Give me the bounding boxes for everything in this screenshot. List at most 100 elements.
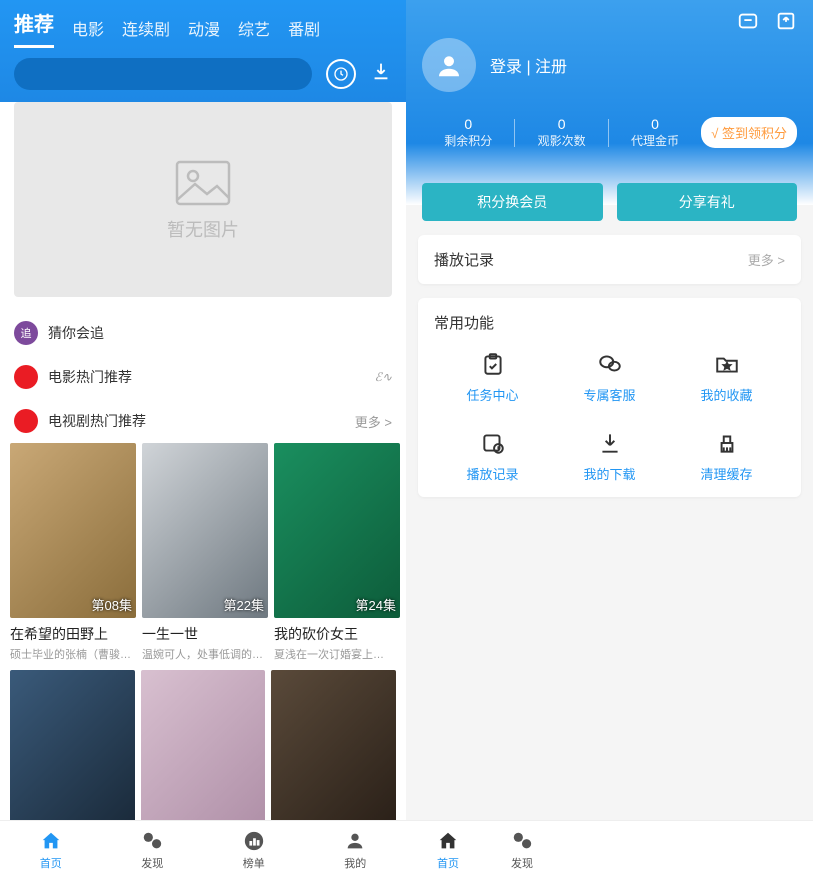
top-header: 推荐 电影 连续剧 动漫 综艺 番剧: [0, 0, 406, 102]
follow-badge-icon: 追: [14, 321, 38, 345]
folder-star-icon: [714, 351, 740, 377]
profile-screen: 登录 | 注册 0 剩余积分 0 观影次数 0 代理金币 √ 签到领积分: [406, 0, 813, 878]
wechat-icon: [597, 351, 623, 377]
stat-label: 代理金币: [609, 132, 701, 149]
stat-points[interactable]: 0 剩余积分: [422, 116, 514, 149]
tab-recommend[interactable]: 推荐: [14, 8, 54, 48]
section-tv-hot: 电视剧热门推荐 更多 >: [0, 399, 406, 443]
stat-label: 剩余积分: [422, 132, 514, 149]
ranking-icon: [242, 829, 266, 853]
stat-views[interactable]: 0 观影次数: [515, 116, 607, 149]
tab-series[interactable]: 连续剧: [122, 16, 170, 48]
decorative-icon: ℰ∿: [375, 370, 392, 384]
profile-row: 登录 | 注册: [422, 38, 797, 92]
checkin-button[interactable]: √ 签到领积分: [701, 117, 797, 148]
func-label: 我的收藏: [700, 385, 752, 404]
nav-label: 我的: [344, 855, 366, 871]
video-card[interactable]: 第24集 我的砍价女王 夏浅在一次订婚宴上…: [274, 443, 400, 662]
hot-badge-icon: [14, 409, 38, 433]
func-label: 我的下载: [583, 464, 635, 483]
discover-icon: [140, 829, 164, 853]
nav-ranking[interactable]: 榜单: [242, 829, 266, 871]
brush-icon: [714, 430, 740, 456]
message-icon[interactable]: [737, 10, 759, 32]
nav-discover[interactable]: 发现: [140, 829, 164, 871]
func-label: 专属客服: [583, 385, 635, 404]
section-tv-title: 电视剧热门推荐: [48, 411, 345, 431]
section-follow-title: 猜你会追: [48, 323, 392, 343]
nav-label: 首页: [437, 855, 459, 871]
video-grid-2: [0, 662, 406, 825]
tab-anime[interactable]: 动漫: [188, 16, 220, 48]
function-grid: 任务中心 专属客服 我的收藏 播放记录 我的下载: [434, 351, 785, 483]
home-icon: [39, 829, 63, 853]
section-follow: 追 猜你会追: [0, 311, 406, 355]
video-card[interactable]: 第08集 在希望的田野上 硕士毕业的张楠（曹骏饰…: [10, 443, 136, 662]
panel-title: 常用功能: [434, 312, 785, 333]
exchange-vip-button[interactable]: 积分换会员: [422, 183, 603, 221]
nav-home[interactable]: 首页: [436, 829, 460, 871]
nav-mine[interactable]: 我的: [343, 829, 367, 871]
func-customer-service[interactable]: 专属客服: [551, 351, 668, 404]
video-subtitle: 夏浅在一次订婚宴上…: [274, 646, 400, 662]
history-icon[interactable]: [326, 59, 356, 89]
episode-badge: 第24集: [356, 595, 396, 614]
video-title: 在希望的田野上: [10, 624, 136, 644]
panel-title: 播放记录: [434, 249, 494, 270]
video-card[interactable]: [271, 670, 396, 825]
stat-value: 0: [609, 116, 701, 132]
stat-value: 0: [422, 116, 514, 132]
download-icon[interactable]: [370, 60, 392, 88]
video-card[interactable]: 第22集 一生一世 温婉可人，处事低调的业…: [142, 443, 268, 662]
nav-label: 发现: [511, 855, 533, 871]
func-clear-cache[interactable]: 清理缓存: [668, 430, 785, 483]
share-icon[interactable]: [775, 10, 797, 32]
episode-badge: 第08集: [92, 595, 132, 614]
tab-movie[interactable]: 电影: [72, 16, 104, 48]
nav-label: 首页: [40, 855, 62, 871]
hot-badge-icon: [14, 365, 38, 389]
category-tabs: 推荐 电影 连续剧 动漫 综艺 番剧: [0, 8, 406, 48]
bottom-nav: 首页 发现 榜单 我的: [0, 820, 406, 878]
action-buttons: 积分换会员 分享有礼: [406, 183, 813, 221]
stat-value: 0: [515, 116, 607, 132]
stat-coins[interactable]: 0 代理金币: [609, 116, 701, 149]
avatar[interactable]: [422, 38, 476, 92]
video-subtitle: 硕士毕业的张楠（曹骏饰…: [10, 646, 136, 662]
stat-label: 观影次数: [515, 132, 607, 149]
func-label: 播放记录: [466, 464, 518, 483]
nav-home[interactable]: 首页: [39, 829, 63, 871]
func-task-center[interactable]: 任务中心: [434, 351, 551, 404]
tab-variety[interactable]: 综艺: [238, 16, 270, 48]
func-favorites[interactable]: 我的收藏: [668, 351, 785, 404]
share-gift-button[interactable]: 分享有礼: [617, 183, 798, 221]
banner-placeholder[interactable]: 暂无图片: [14, 102, 392, 297]
stats-row: 0 剩余积分 0 观影次数 0 代理金币 √ 签到领积分: [422, 116, 797, 149]
search-input[interactable]: [14, 58, 312, 90]
home-screen: 推荐 电影 连续剧 动漫 综艺 番剧 暂无图片 追: [0, 0, 406, 878]
more-link[interactable]: 更多 >: [355, 412, 392, 431]
video-card[interactable]: [10, 670, 135, 825]
poster-image: 第08集: [10, 443, 136, 618]
func-play-history[interactable]: 播放记录: [434, 430, 551, 483]
profile-header: 登录 | 注册 0 剩余积分 0 观影次数 0 代理金币 √ 签到领积分: [406, 0, 813, 205]
functions-panel: 常用功能 任务中心 专属客服 我的收藏 播放记录: [418, 298, 801, 497]
play-history-panel: 播放记录 更多 >: [418, 235, 801, 284]
nav-discover[interactable]: 发现: [510, 829, 534, 871]
person-icon: [343, 829, 367, 853]
video-subtitle: 温婉可人，处事低调的业…: [142, 646, 268, 662]
section-movie-title: 电影热门推荐: [48, 367, 365, 387]
section-movie-hot: 电影热门推荐 ℰ∿: [0, 355, 406, 399]
video-grid: 第08集 在希望的田野上 硕士毕业的张楠（曹骏饰… 第22集 一生一世 温婉可人…: [0, 443, 406, 662]
func-label: 任务中心: [466, 385, 518, 404]
login-register-link[interactable]: 登录 | 注册: [490, 53, 567, 77]
video-title: 我的砍价女王: [274, 624, 400, 644]
more-link[interactable]: 更多 >: [748, 250, 785, 269]
history-icon: [480, 430, 506, 456]
tab-bangumi[interactable]: 番剧: [288, 16, 320, 48]
bottom-nav: 首页 发现: [406, 820, 813, 878]
video-card[interactable]: [141, 670, 266, 825]
download-icon: [597, 430, 623, 456]
func-downloads[interactable]: 我的下载: [551, 430, 668, 483]
header-actions: [422, 10, 797, 32]
